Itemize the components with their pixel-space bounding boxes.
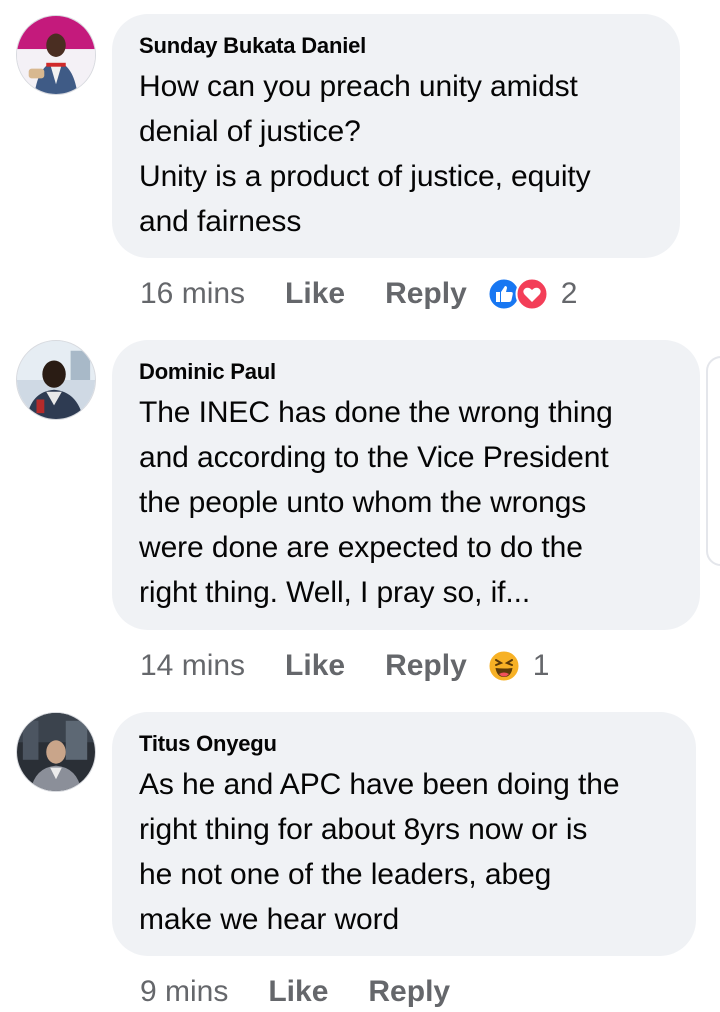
comment-author[interactable]: Dominic Paul: [139, 358, 674, 386]
avatar[interactable]: [16, 712, 96, 792]
reaction-count: 1: [532, 649, 550, 682]
like-button[interactable]: Like: [285, 649, 345, 683]
like-button[interactable]: Like: [268, 975, 328, 1009]
comment-author[interactable]: Titus Onyegu: [139, 730, 670, 758]
love-icon: [515, 277, 549, 311]
comment-text: The INEC has done the wrong thing and ac…: [139, 396, 613, 609]
reply-button[interactable]: Reply: [385, 649, 467, 683]
profile-photo-icon: [17, 341, 95, 419]
comment-actions: 16 mins Like Reply 2: [140, 274, 577, 314]
profile-photo-icon: [17, 713, 95, 791]
like-button[interactable]: Like: [285, 277, 345, 311]
comment-bubble: Sunday Bukata Daniel How can you preach …: [112, 14, 680, 258]
avatar[interactable]: [16, 340, 96, 420]
comment-text: How can you preach unity amidst denial o…: [139, 70, 591, 238]
haha-icon: [487, 649, 521, 683]
avatar[interactable]: [16, 15, 96, 95]
comment-bubble: Titus Onyegu As he and APC have been doi…: [112, 712, 696, 956]
comment-text: As he and APC have been doing the right …: [139, 768, 620, 936]
comment-bubble: Dominic Paul The INEC has done the wrong…: [112, 340, 700, 630]
comment-timestamp[interactable]: 14 mins: [140, 649, 245, 683]
comment-actions: 9 mins Like Reply: [140, 972, 450, 1012]
side-panel-edge: [706, 356, 720, 566]
reply-button[interactable]: Reply: [385, 277, 467, 311]
reply-button[interactable]: Reply: [368, 975, 450, 1009]
reaction-summary[interactable]: 1: [487, 649, 550, 683]
comment-timestamp[interactable]: 16 mins: [140, 277, 245, 311]
comment-author[interactable]: Sunday Bukata Daniel: [139, 32, 654, 60]
comment-actions: 14 mins Like Reply 1: [140, 646, 549, 686]
profile-photo-icon: [17, 16, 95, 94]
reaction-summary[interactable]: 2: [487, 277, 578, 311]
reaction-count: 2: [560, 277, 578, 310]
comment-timestamp[interactable]: 9 mins: [140, 975, 228, 1009]
